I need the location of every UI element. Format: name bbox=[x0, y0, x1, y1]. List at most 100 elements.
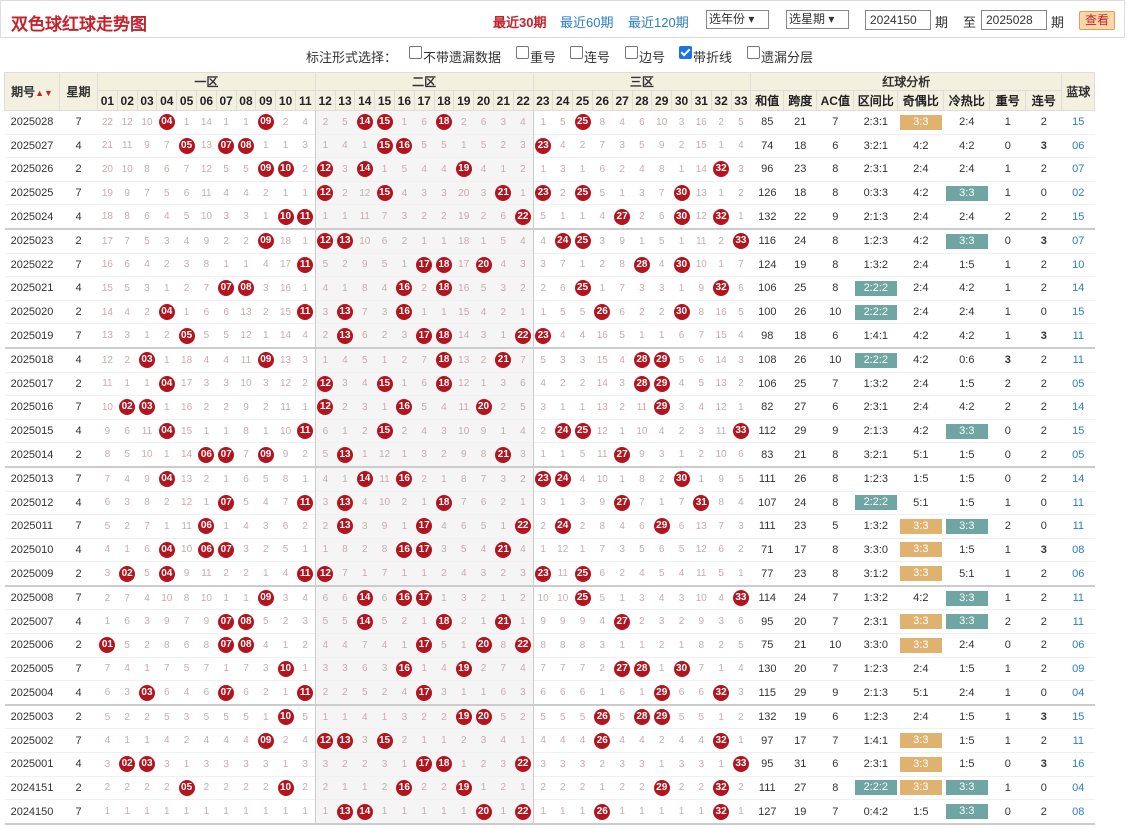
drawn-ball: 21 bbox=[493, 609, 514, 634]
table-row: 2025024 4 18 8 6 4 5 10 3 3 1 10 11 1 1 11 7 3 2 2 19 2 6 22 5 1 1… bbox=[4, 204, 1095, 230]
number-col-header: 10 bbox=[275, 90, 296, 111]
issue-cell: 2025002 bbox=[4, 728, 60, 753]
miss-count: 4 bbox=[354, 704, 375, 729]
red-ball: 09 bbox=[257, 161, 274, 178]
miss-count: 4 bbox=[592, 609, 613, 634]
number-col-header: 13 bbox=[334, 90, 356, 111]
miss-count: 12 bbox=[97, 347, 118, 373]
miss-count: 7 bbox=[612, 276, 633, 301]
drawn-ball: 15 bbox=[374, 180, 395, 205]
recent-60-link[interactable]: 最近60期 bbox=[560, 12, 613, 31]
number-col-header: 05 bbox=[176, 90, 197, 111]
week-select[interactable]: 选星期 ▾ bbox=[786, 10, 849, 29]
checkbox-no-miss[interactable] bbox=[409, 46, 422, 59]
issue-cell: 2025008 bbox=[4, 585, 60, 610]
from-issue-input[interactable]: 2024150 bbox=[865, 10, 931, 30]
miss-count: 5 bbox=[434, 633, 454, 658]
drawn-ball: 27 bbox=[612, 656, 633, 681]
miss-count: 7 bbox=[117, 585, 138, 610]
miss-count: 15 bbox=[592, 347, 613, 373]
miss-count: 4 bbox=[632, 728, 652, 753]
red-ball: 03 bbox=[138, 352, 155, 369]
drawn-ball: 33 bbox=[731, 228, 751, 254]
odd-even-ratio: 3:3 bbox=[899, 756, 942, 772]
drawn-ball: 26 bbox=[592, 728, 613, 753]
zone-ratio: 1:2:3 bbox=[863, 235, 889, 248]
miss-count: 2 bbox=[295, 442, 316, 468]
sum-cell: 112 bbox=[750, 418, 784, 443]
red-ball: 23 bbox=[535, 185, 552, 202]
miss-count: 1 bbox=[612, 180, 633, 205]
miss-count: 4 bbox=[632, 157, 652, 182]
miss-count: 1 bbox=[314, 347, 336, 373]
issue-cell: 2025022 bbox=[4, 252, 60, 277]
drawn-ball: 02 bbox=[117, 561, 138, 587]
checkbox-repeat[interactable] bbox=[516, 46, 529, 59]
miss-count: 1 bbox=[137, 728, 157, 753]
checkbox-consecutive[interactable] bbox=[570, 46, 583, 59]
miss-count: 4 bbox=[295, 323, 316, 349]
miss-count: 5 bbox=[731, 110, 751, 135]
miss-count: 5 bbox=[335, 110, 355, 135]
miss-count: 9 bbox=[473, 418, 494, 443]
miss-count: 4 bbox=[552, 728, 573, 753]
miss-count: 1 bbox=[651, 656, 672, 681]
red-ball: 17 bbox=[416, 637, 433, 654]
miss-count: 1 bbox=[314, 799, 336, 825]
miss-count: 3 bbox=[176, 252, 197, 277]
miss-count: 12 bbox=[691, 537, 712, 562]
number-col-header: 23 bbox=[532, 90, 554, 111]
query-button[interactable]: 查看 bbox=[1079, 11, 1115, 30]
option-bar: 标注形式选择： 不带遗漏数据 重号 连号 边号 带折线 遗漏分层 bbox=[0, 40, 1125, 68]
miss-count: 2 bbox=[473, 656, 494, 681]
miss-count: 2 bbox=[552, 371, 573, 396]
miss-count: 3 bbox=[137, 609, 157, 634]
drawn-ball: 24 bbox=[552, 514, 573, 539]
odd-even-ratio: 3:3 bbox=[899, 780, 942, 796]
span-cell: 29 bbox=[783, 418, 817, 443]
checkbox-label: 带折线 bbox=[693, 50, 733, 65]
miss-count: 5 bbox=[216, 157, 237, 182]
miss-count: 3 bbox=[513, 252, 534, 277]
checkbox-line[interactable] bbox=[679, 46, 692, 59]
drawn-ball: 23 bbox=[532, 323, 553, 349]
hot-cold-ratio: 4:2 bbox=[959, 282, 975, 295]
consecutive-cell: 2 bbox=[1025, 371, 1062, 396]
drawn-ball: 32 bbox=[711, 204, 731, 230]
number-col-header: 09 bbox=[255, 90, 277, 111]
odd-even-ratio: 4:2 bbox=[913, 425, 929, 438]
checkbox-edge[interactable] bbox=[625, 46, 638, 59]
miss-count: 13 bbox=[592, 395, 613, 420]
span-cell: 27 bbox=[783, 395, 817, 420]
miss-count: 2 bbox=[156, 490, 177, 515]
repeat-cell: 1 bbox=[989, 728, 1026, 753]
miss-count: 4 bbox=[513, 228, 534, 254]
red-ball: 18 bbox=[435, 756, 452, 773]
table-row: 2025023 2 17 7 5 3 4 9 2 2 09 18 1 12 13 10 6 2 1 1 18 1 5 4 4 24… bbox=[4, 228, 1095, 254]
miss-count: 3 bbox=[295, 609, 316, 634]
odd-even-cell: 5:1 bbox=[897, 490, 944, 515]
miss-count: 9 bbox=[651, 133, 672, 158]
miss-count: 6 bbox=[612, 680, 633, 706]
blue-ball-cell: 04 bbox=[1061, 680, 1095, 706]
odd-even-cell: 2:4 bbox=[897, 276, 944, 301]
blue-ball-cell: 15 bbox=[1061, 204, 1095, 230]
recent-120-link[interactable]: 最近120期 bbox=[628, 12, 689, 31]
consecutive-cell: 0 bbox=[1025, 299, 1062, 324]
miss-count: 2 bbox=[156, 323, 177, 349]
number-col-header: 31 bbox=[690, 90, 712, 111]
miss-count: 1 bbox=[335, 466, 355, 491]
red-ball: 02 bbox=[119, 565, 136, 582]
year-select[interactable]: 选年份 ▾ bbox=[706, 10, 769, 29]
miss-count: 4 bbox=[137, 585, 157, 610]
drawn-ball: 26 bbox=[592, 704, 613, 729]
zone-ratio-cell: 1:2:3 bbox=[853, 656, 898, 681]
issue-header[interactable]: 期号▲▼ bbox=[4, 72, 60, 111]
checkbox-layer[interactable] bbox=[747, 46, 760, 59]
recent-30-link[interactable]: 最近30期 bbox=[493, 12, 546, 31]
miss-count: 5 bbox=[671, 537, 692, 562]
to-issue-input[interactable]: 2025028 bbox=[981, 10, 1047, 30]
miss-count: 1 bbox=[414, 656, 435, 681]
red-ball: 26 bbox=[594, 709, 611, 726]
miss-count: 1 bbox=[632, 680, 652, 706]
